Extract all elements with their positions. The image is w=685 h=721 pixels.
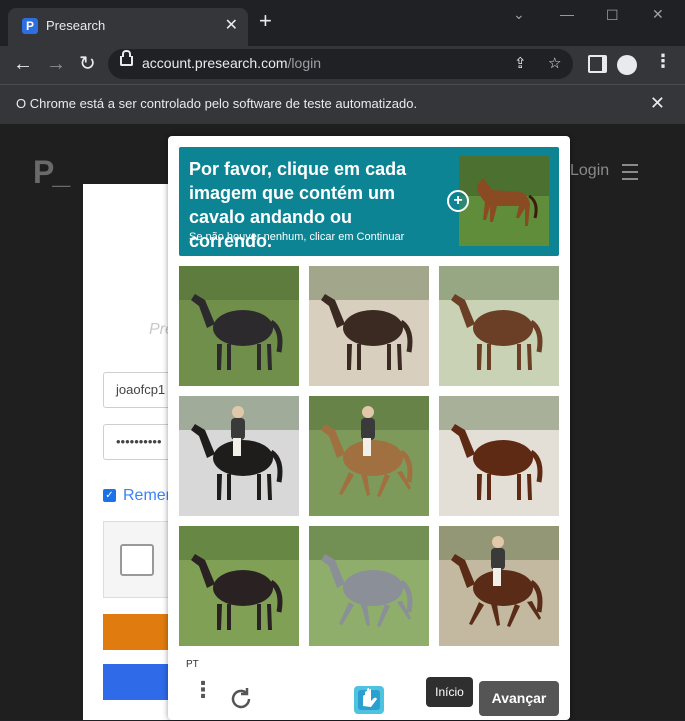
start-button[interactable]: Início <box>426 677 473 707</box>
challenge-image-tile[interactable] <box>309 396 429 516</box>
share-icon[interactable]: ⇪ <box>514 54 527 72</box>
new-tab-icon[interactable]: + <box>259 10 272 32</box>
automation-infobar: O Chrome está a ser controlado pelo soft… <box>0 84 685 124</box>
tab-title: Presearch <box>46 18 106 33</box>
challenge-prompt: Por favor, clique em cada imagem que con… <box>179 147 559 256</box>
reload-icon[interactable]: ↻ <box>79 52 96 76</box>
url-text: account.presearch.com/login <box>142 55 321 71</box>
maximize-icon[interactable]: ☐ <box>606 7 619 24</box>
chrome-menu-icon[interactable]: ⋮ <box>654 51 672 72</box>
infobar-text: O Chrome está a ser controlado pelo soft… <box>16 96 418 111</box>
challenge-image-tile[interactable] <box>439 526 559 646</box>
challenge-image-tile[interactable] <box>439 396 559 516</box>
example-horse-image[interactable]: + <box>447 156 549 246</box>
remember-checkbox[interactable]: ✓ <box>103 489 116 502</box>
side-panel-icon[interactable] <box>588 55 607 73</box>
minimize-icon[interactable]: — <box>560 6 574 22</box>
back-icon[interactable]: ← <box>13 52 33 76</box>
address-bar[interactable]: account.presearch.com/login ⇪ ☆ <box>108 49 573 79</box>
forward-icon[interactable]: → <box>46 52 66 76</box>
close-window-icon[interactable]: ✕ <box>652 6 664 23</box>
presearch-favicon-icon: P <box>22 18 38 34</box>
presearch-logo[interactable]: P_ <box>33 154 70 191</box>
hamburger-menu-icon[interactable] <box>622 164 638 180</box>
more-options-icon[interactable]: ⋮ <box>192 679 214 701</box>
tab-search-chevron-icon[interactable]: ⌄ <box>513 6 525 23</box>
next-button[interactable]: Avançar <box>479 681 559 716</box>
browser-toolbar: ← → ↻ account.presearch.com/login ⇪ ☆ ⋮ <box>0 46 685 84</box>
captcha-challenge-dialog: Por favor, clique em cada imagem que con… <box>168 136 570 720</box>
refresh-icon[interactable] <box>228 686 254 717</box>
browser-titlebar: P Presearch ✕ + ⌄ — ☐ ✕ <box>0 0 685 46</box>
tab-close-icon[interactable]: ✕ <box>225 15 238 35</box>
hcaptcha-logo-icon[interactable] <box>352 684 386 721</box>
challenge-image-tile[interactable] <box>309 526 429 646</box>
challenge-image-tile[interactable] <box>179 266 299 386</box>
prompt-subtitle: Se não houver nenhum, clicar em Continua… <box>189 231 405 243</box>
infobar-close-icon[interactable]: ✕ <box>650 93 665 114</box>
bookmark-star-icon[interactable]: ☆ <box>548 54 561 72</box>
profile-avatar-icon[interactable] <box>617 55 637 75</box>
challenge-image-tile[interactable] <box>179 396 299 516</box>
challenge-image-tile[interactable] <box>179 526 299 646</box>
challenge-image-tile[interactable] <box>309 266 429 386</box>
login-link[interactable]: Login <box>570 162 609 180</box>
browser-tab[interactable]: P Presearch ✕ <box>8 8 248 46</box>
captcha-checkbox[interactable] <box>120 544 154 576</box>
lock-icon[interactable] <box>120 50 133 66</box>
zoom-plus-icon[interactable]: + <box>447 190 469 212</box>
challenge-image-tile[interactable] <box>439 266 559 386</box>
language-label[interactable]: PT <box>186 659 199 670</box>
